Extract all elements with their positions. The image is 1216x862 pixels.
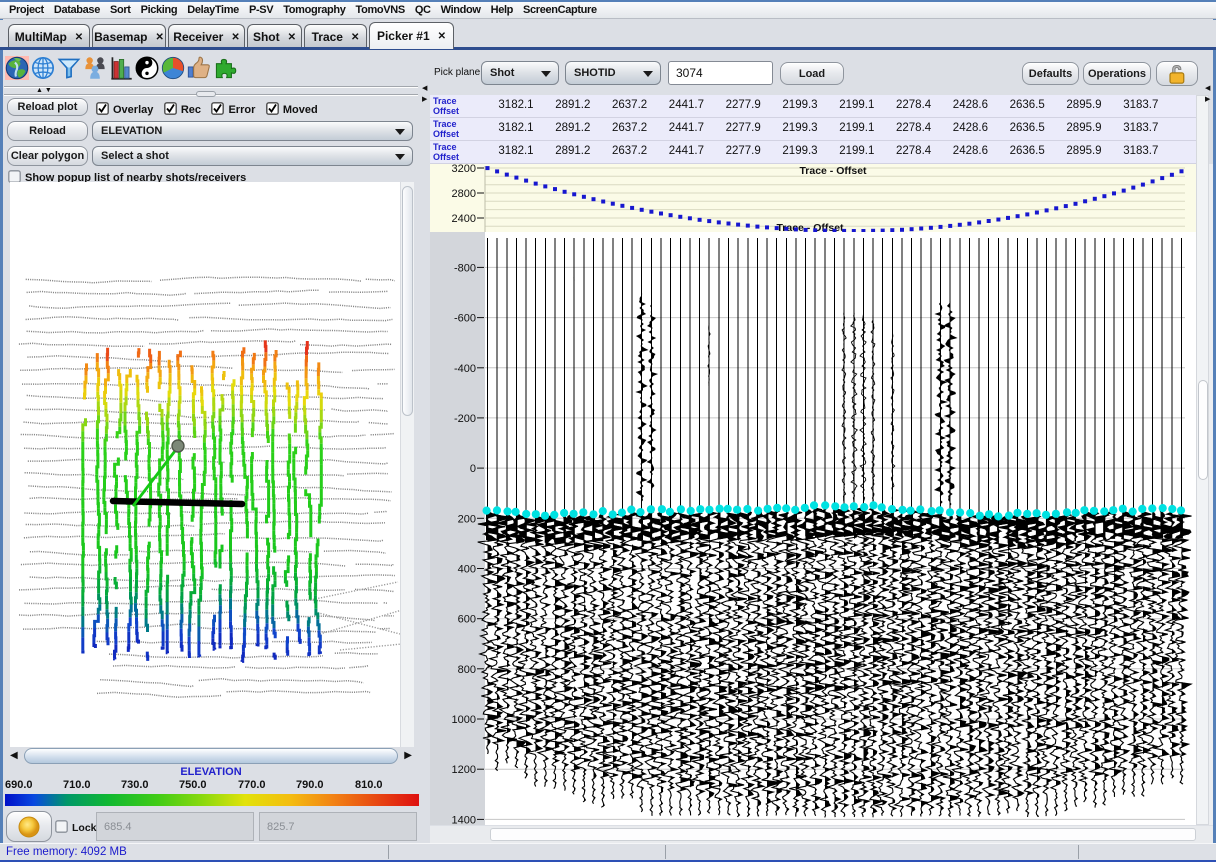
svg-text:2800: 2800 <box>452 188 476 200</box>
svg-text:-600: -600 <box>454 313 476 325</box>
svg-text:1200: 1200 <box>452 764 476 776</box>
svg-text:3200: 3200 <box>452 164 476 175</box>
svg-text:200: 200 <box>458 513 476 525</box>
svg-text:-800: -800 <box>454 262 476 274</box>
svg-text:0: 0 <box>470 463 476 475</box>
svg-text:600: 600 <box>458 614 476 626</box>
svg-text:Trace - Offset: Trace - Offset <box>799 165 867 177</box>
svg-text:2400: 2400 <box>452 213 476 225</box>
svg-text:1400: 1400 <box>452 814 476 825</box>
svg-text:-200: -200 <box>454 413 476 425</box>
svg-text:400: 400 <box>458 564 476 576</box>
svg-text:-400: -400 <box>454 363 476 375</box>
svg-text:800: 800 <box>458 664 476 676</box>
svg-text:1000: 1000 <box>452 714 476 726</box>
